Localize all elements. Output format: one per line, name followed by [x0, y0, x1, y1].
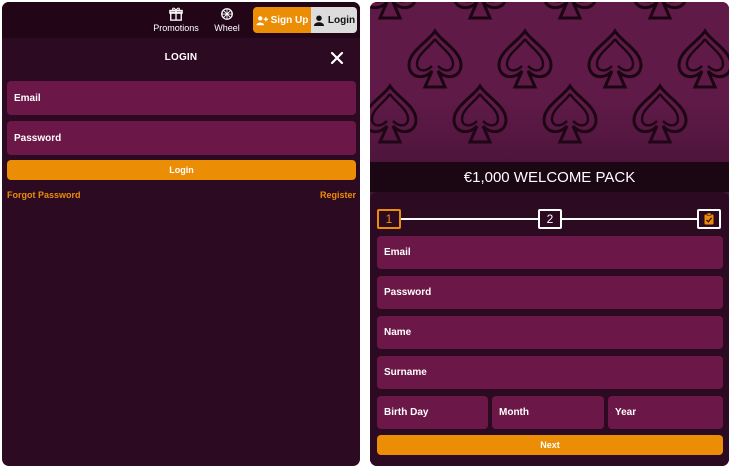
signup-surname-label: Surname — [384, 367, 427, 378]
close-icon — [330, 51, 344, 65]
birth-month-select[interactable]: Month — [492, 396, 604, 429]
signup-name-field[interactable]: Name — [377, 316, 723, 349]
signup-button[interactable]: Sign Up — [253, 7, 311, 33]
promo-title: €1,000 WELCOME PACK — [370, 162, 729, 192]
nav-wheel-label: Wheel — [214, 23, 240, 33]
signup-panel: €1,000 WELCOME PACK 1 2 Email Password N… — [370, 2, 729, 466]
login-button[interactable]: Login — [311, 7, 357, 33]
user-plus-icon — [256, 15, 268, 25]
login-title: LOGIN — [164, 52, 198, 63]
login-password-label: Password — [14, 132, 62, 144]
step-3 — [697, 209, 721, 229]
signup-name-label: Name — [384, 327, 412, 338]
nav-promotions-label: Promotions — [153, 23, 199, 33]
step-2: 2 — [538, 209, 562, 229]
signup-button-label: Sign Up — [270, 14, 309, 26]
login-submit-button[interactable]: Login — [7, 160, 356, 180]
signup-email-field[interactable]: Email — [377, 236, 723, 269]
gift-icon — [169, 7, 183, 21]
birth-year-select[interactable]: Year — [608, 396, 723, 429]
birth-day-label: Birth Day — [384, 407, 429, 418]
birth-year-label: Year — [615, 407, 637, 418]
login-password-field[interactable]: Password — [7, 121, 356, 155]
signup-password-label: Password — [384, 287, 432, 298]
user-icon — [313, 14, 324, 26]
forgot-password-link[interactable]: Forgot Password — [7, 190, 81, 200]
nav-promotions[interactable]: Promotions — [153, 2, 199, 38]
login-button-label: Login — [327, 14, 356, 26]
top-nav-bar: Promotions Wheel Sign Up Login — [2, 2, 360, 38]
login-email-field[interactable]: Email — [7, 81, 356, 115]
login-email-label: Email — [14, 92, 41, 104]
step-1: 1 — [377, 209, 401, 229]
signup-email-label: Email — [384, 247, 411, 258]
nav-wheel[interactable]: Wheel — [212, 2, 242, 38]
wheel-icon — [221, 8, 233, 20]
signup-password-field[interactable]: Password — [377, 276, 723, 309]
birth-day-select[interactable]: Birth Day — [377, 396, 488, 429]
register-link[interactable]: Register — [320, 190, 356, 200]
login-panel: Promotions Wheel Sign Up Login LOGIN Ema… — [2, 2, 360, 466]
next-button[interactable]: Next — [377, 435, 723, 455]
birth-month-label: Month — [499, 407, 529, 418]
close-button[interactable] — [328, 49, 346, 67]
signup-surname-field[interactable]: Surname — [377, 356, 723, 389]
clipboard-check-icon — [704, 213, 714, 225]
